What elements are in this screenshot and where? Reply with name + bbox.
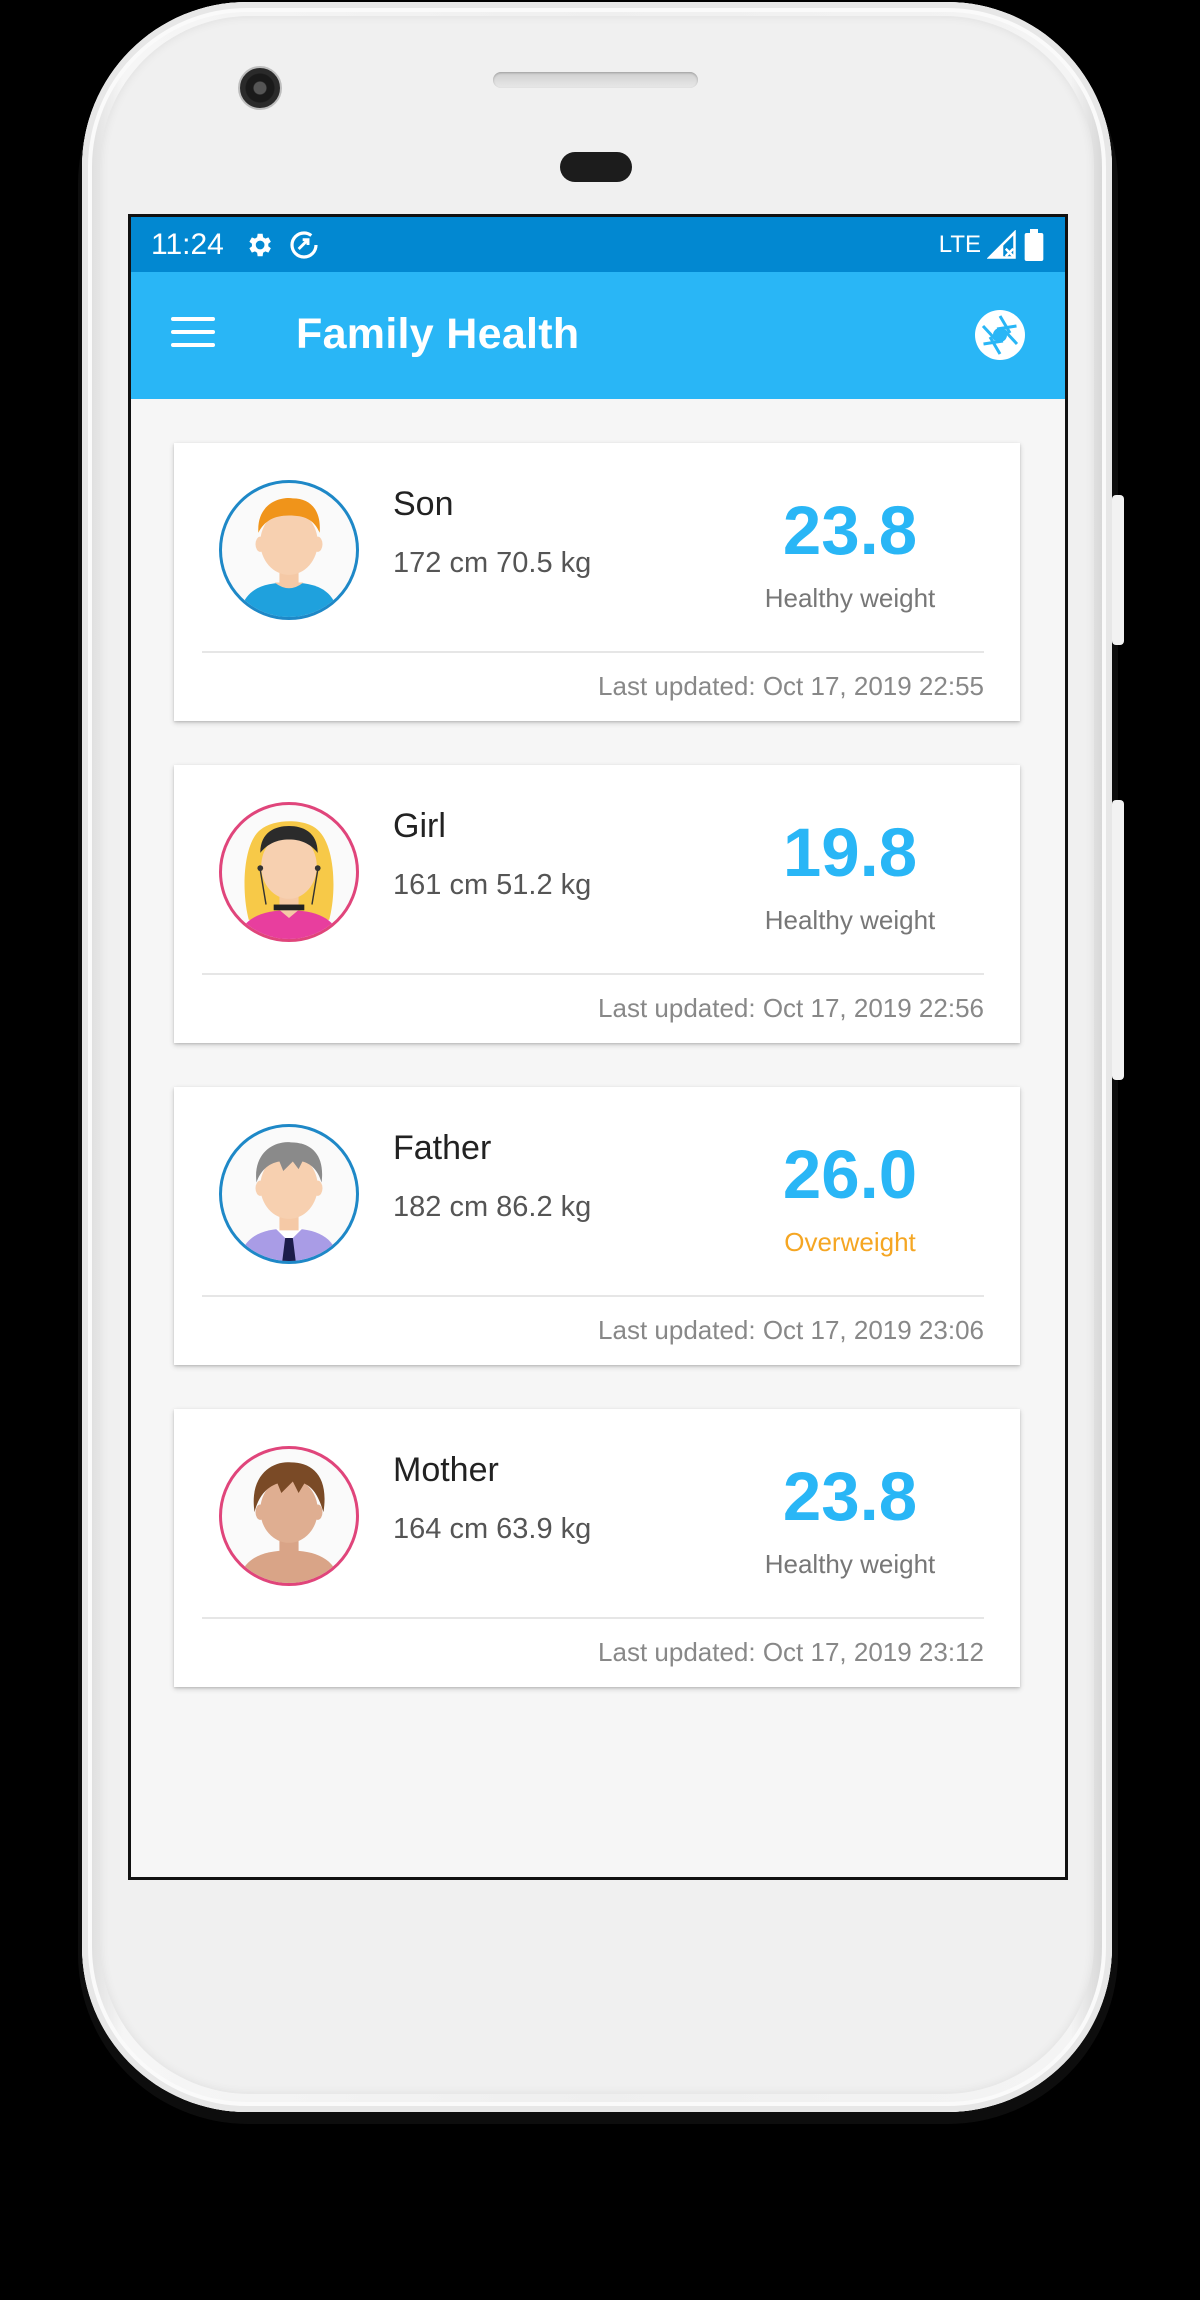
boy-avatar-icon [219, 480, 359, 620]
member-name: Girl [393, 807, 446, 845]
divider [202, 651, 984, 653]
last-updated: Last updated: Oct 17, 2019 23:06 [598, 1315, 984, 1345]
member-card[interactable]: Mother 164 cm 63.9 kg 23.8 Healthy weigh… [174, 1409, 1020, 1687]
member-name: Son [393, 485, 454, 523]
bmi-value: 19.8 [782, 814, 918, 891]
network-type: LTE [938, 230, 981, 258]
member-name: Father [393, 1129, 492, 1167]
member-stats: 182 cm 86.2 kg [393, 1191, 592, 1223]
camera-shutter-icon[interactable] [973, 308, 1027, 362]
hamburger-menu-icon[interactable] [171, 317, 215, 353]
member-stats: 164 cm 63.9 kg [393, 1513, 592, 1545]
girl-avatar-icon [219, 802, 359, 942]
last-updated: Last updated: Oct 17, 2019 23:12 [598, 1637, 984, 1667]
data-saver-icon [288, 229, 320, 261]
member-card[interactable]: Father 182 cm 86.2 kg 26.0 Overweight La… [174, 1087, 1020, 1365]
member-stats: 161 cm 51.2 kg [393, 869, 592, 901]
woman-avatar-icon [219, 1446, 359, 1586]
divider [202, 1295, 984, 1297]
member-card[interactable]: Son 172 cm 70.5 kg 23.8 Healthy weight L… [174, 443, 1020, 721]
volume-button [1112, 800, 1124, 1080]
last-updated: Last updated: Oct 17, 2019 22:55 [598, 671, 984, 701]
bmi-status: Healthy weight [764, 905, 936, 935]
member-name: Mother [393, 1451, 499, 1489]
front-camera-icon [238, 66, 282, 110]
divider [202, 973, 984, 975]
man-avatar-icon [219, 1124, 359, 1264]
bmi-value: 23.8 [782, 492, 918, 569]
status-time: 11:24 [151, 227, 224, 261]
earpiece-speaker [493, 72, 698, 88]
phone-screen: 11:24 LTE Family Health Son 172 cm 70.5 … [128, 214, 1068, 1880]
app-title: Family Health [296, 310, 580, 358]
power-button [1112, 495, 1124, 645]
gear-icon [244, 230, 274, 260]
proximity-sensor [560, 152, 632, 182]
member-list: Son 172 cm 70.5 kg 23.8 Healthy weight L… [174, 443, 1020, 1731]
bmi-status: Overweight [784, 1227, 916, 1257]
last-updated: Last updated: Oct 17, 2019 22:56 [598, 993, 984, 1023]
bmi-status: Healthy weight [764, 1549, 936, 1579]
bmi-status: Healthy weight [764, 583, 936, 613]
bmi-value: 23.8 [782, 1458, 918, 1535]
app-bar: Family Health [131, 272, 1065, 399]
member-stats: 172 cm 70.5 kg [393, 547, 592, 579]
signal-icon [987, 229, 1016, 259]
bmi-value: 26.0 [782, 1136, 918, 1213]
battery-icon [1024, 228, 1044, 261]
divider [202, 1617, 984, 1619]
status-right: LTE [938, 228, 1045, 261]
member-card[interactable]: Girl 161 cm 51.2 kg 19.8 Healthy weight … [174, 765, 1020, 1043]
status-bar: 11:24 LTE [131, 217, 1065, 272]
